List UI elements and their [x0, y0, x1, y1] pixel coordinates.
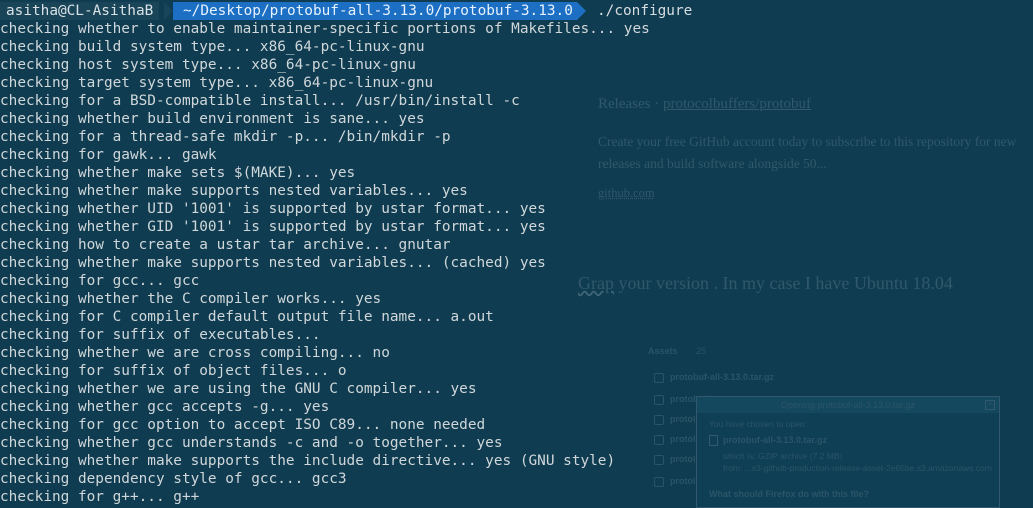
prompt-separator-icon — [164, 2, 173, 20]
output-line: checking whether build environment is sa… — [0, 111, 425, 127]
terminal-output: checking whether to enable maintainer-sp… — [0, 20, 1033, 506]
output-line: checking for gcc... gcc — [0, 273, 200, 289]
prompt-command: ./configure — [597, 3, 693, 19]
output-line: checking for a thread-safe mkdir -p... /… — [0, 129, 451, 145]
output-line: checking target system type... x86_64-pc… — [0, 75, 434, 91]
output-line: checking whether UID '1001' is supported… — [0, 201, 546, 217]
output-line: checking whether make supports the inclu… — [0, 453, 616, 469]
output-line: checking how to create a ustar tar archi… — [0, 237, 451, 253]
output-line: checking for C compiler default output f… — [0, 309, 494, 325]
output-line: checking whether gcc understands -c and … — [0, 435, 503, 451]
output-line: checking whether make sets $(MAKE)... ye… — [0, 165, 356, 181]
prompt-path-end-icon — [577, 2, 586, 20]
output-line: checking for suffix of executables... — [0, 327, 321, 343]
output-line: checking for suffix of object files... o — [0, 363, 347, 379]
output-line: checking whether gcc accepts -g... yes — [0, 399, 330, 415]
output-line: checking whether make supports nested va… — [0, 255, 546, 271]
output-line: checking whether make supports nested va… — [0, 183, 468, 199]
output-line: checking for gawk... gawk — [0, 147, 217, 163]
prompt-row: asitha@CL-AsithaB ~/Desktop/protobuf-all… — [0, 2, 1033, 20]
output-line: checking for g++... g++ — [0, 489, 200, 505]
output-line: checking for gcc option to accept ISO C8… — [0, 417, 486, 433]
output-line: checking whether to enable maintainer-sp… — [0, 21, 650, 37]
output-line: checking for a BSD-compatible install...… — [0, 93, 520, 109]
output-line: checking build system type... x86_64-pc-… — [0, 39, 425, 55]
prompt-path: ~/Desktop/protobuf-all-3.13.0/protobuf-3… — [173, 2, 577, 20]
output-line: checking whether we are cross compiling.… — [0, 345, 390, 361]
output-line: checking dependency style of gcc... gcc3 — [0, 471, 347, 487]
output-line: checking host system type... x86_64-pc-l… — [0, 57, 416, 73]
output-line: checking whether the C compiler works...… — [0, 291, 382, 307]
output-line: checking whether we are using the GNU C … — [0, 381, 477, 397]
terminal[interactable]: asitha@CL-AsithaB ~/Desktop/protobuf-all… — [0, 2, 1033, 506]
output-line: checking whether GID '1001' is supported… — [0, 219, 546, 235]
prompt-user: asitha@CL-AsithaB — [0, 2, 160, 20]
